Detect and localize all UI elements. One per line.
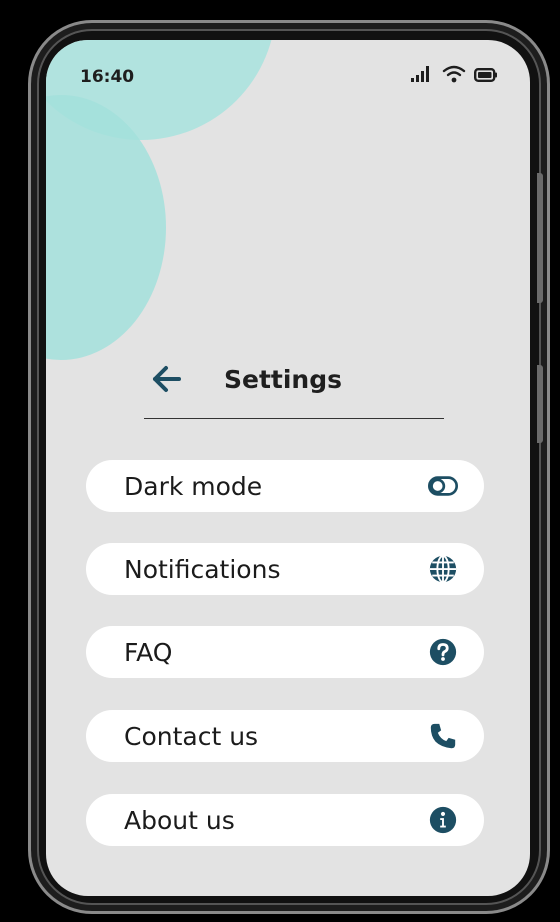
menu-item-about-us[interactable]: About us bbox=[86, 794, 484, 846]
question-icon bbox=[428, 637, 458, 667]
settings-header: Settings bbox=[150, 362, 342, 396]
volume-button bbox=[537, 173, 543, 303]
signal-icon bbox=[410, 65, 434, 87]
phone-icon bbox=[428, 721, 458, 751]
header-divider bbox=[144, 418, 444, 419]
menu-item-notifications[interactable]: Notifications bbox=[86, 543, 484, 595]
power-button bbox=[537, 365, 543, 443]
phone-screen: 16:40 Settings Dark mode Notifications F… bbox=[46, 40, 530, 896]
battery-icon bbox=[474, 67, 498, 86]
stage: 16:40 Settings Dark mode Notifications F… bbox=[0, 0, 560, 922]
toggle-icon bbox=[428, 471, 458, 501]
menu-item-label: Contact us bbox=[124, 721, 259, 751]
menu-item-faq[interactable]: FAQ bbox=[86, 626, 484, 678]
globe-icon bbox=[428, 554, 458, 584]
back-arrow-icon[interactable] bbox=[150, 362, 184, 396]
page-title: Settings bbox=[224, 364, 343, 394]
menu-item-label: Dark mode bbox=[124, 471, 263, 501]
status-icons bbox=[410, 64, 498, 88]
info-icon bbox=[428, 805, 458, 835]
menu-item-dark-mode[interactable]: Dark mode bbox=[86, 460, 484, 512]
menu-item-label: Notifications bbox=[124, 554, 281, 584]
wifi-icon bbox=[442, 64, 466, 88]
menu-item-contact-us[interactable]: Contact us bbox=[86, 710, 484, 762]
menu-item-label: FAQ bbox=[124, 637, 173, 667]
menu-item-label: About us bbox=[124, 805, 235, 835]
status-time: 16:40 bbox=[80, 67, 135, 87]
